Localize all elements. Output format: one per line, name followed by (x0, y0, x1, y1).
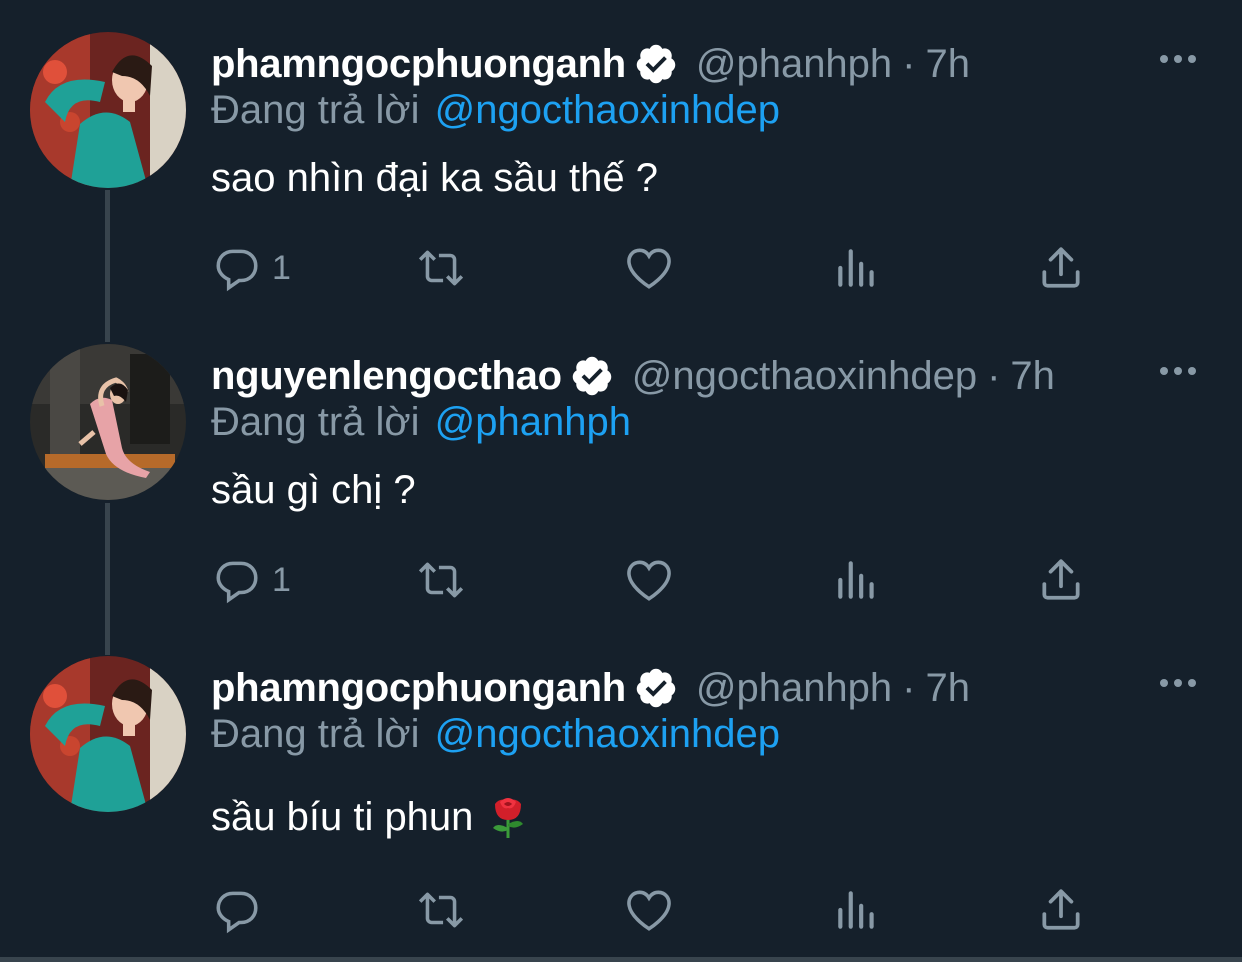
share-icon (1042, 559, 1080, 600)
tweet-header: phamngocphuonganh @phanhph · 7h (211, 36, 970, 92)
display-name[interactable]: phamngocphuonganh (211, 42, 626, 87)
like-button[interactable] (624, 880, 674, 940)
tweet-text-content: sầu gì chị ? (211, 468, 416, 512)
share-button[interactable] (1036, 550, 1086, 610)
share-button[interactable] (1036, 238, 1086, 298)
avatar[interactable] (30, 32, 186, 188)
analytics-icon (838, 249, 874, 287)
retweet-button[interactable] (416, 550, 466, 610)
reply-button[interactable] (212, 880, 272, 940)
reply-mention-link[interactable]: @ngocthaoxinhdep (435, 88, 780, 132)
user-handle[interactable]: @phanhph (696, 42, 892, 87)
replying-to-label: Đang trả lời (211, 400, 420, 444)
reply-count: 1 (272, 248, 291, 287)
reply-button[interactable]: 1 (212, 238, 291, 298)
tweet-thread: phamngocphuonganh @phanhph · 7h Đang trả… (0, 0, 1242, 962)
replying-to-label: Đang trả lời (211, 712, 420, 756)
reply-mention-link[interactable]: @phanhph (435, 400, 631, 444)
more-icon[interactable] (1158, 356, 1198, 386)
analytics-button[interactable] (832, 238, 882, 298)
retweet-icon (418, 892, 464, 928)
reply-icon (216, 249, 258, 292)
tweet-header: phamngocphuonganh @phanhph · 7h (211, 660, 970, 716)
analytics-icon (838, 561, 874, 599)
display-name[interactable]: nguyenlengocthao (211, 354, 562, 399)
separator-dot: · (902, 41, 916, 86)
tweet[interactable]: phamngocphuonganh @phanhph · 7h Đang trả… (0, 624, 1242, 957)
analytics-button[interactable] (832, 880, 882, 940)
tweet-actions: 1 (0, 550, 1242, 610)
retweet-icon (418, 250, 464, 286)
retweet-button[interactable] (416, 238, 466, 298)
like-button[interactable] (624, 550, 674, 610)
tweet[interactable]: nguyenlengocthao @ngocthaoxinhdep · 7h Đ… (0, 312, 1242, 632)
like-icon (627, 890, 671, 931)
display-name[interactable]: phamngocphuonganh (211, 666, 626, 711)
separator-dot: · (902, 665, 916, 710)
share-button[interactable] (1036, 880, 1086, 940)
analytics-button[interactable] (832, 550, 882, 610)
replying-to-label: Đang trả lời (211, 88, 420, 132)
replying-to-line: Đang trả lời @ngocthaoxinhdep (211, 712, 780, 757)
share-icon (1042, 889, 1080, 930)
divider (0, 957, 1242, 962)
avatar[interactable] (30, 344, 186, 500)
timestamp[interactable]: 7h (926, 42, 971, 87)
timestamp[interactable]: 7h (1010, 354, 1055, 399)
tweet-text: sầu gì chị ? (211, 468, 416, 513)
reply-icon (216, 561, 258, 604)
share-icon (1042, 247, 1080, 288)
tweet[interactable]: phamngocphuonganh @phanhph · 7h Đang trả… (0, 0, 1242, 320)
timestamp[interactable]: 7h (926, 666, 971, 711)
like-icon (627, 560, 671, 601)
like-button[interactable] (624, 238, 674, 298)
separator-dot: · (987, 353, 1001, 398)
tweet-text: sao nhìn đại ka sầu thế ? (211, 156, 658, 201)
verified-badge-icon (636, 668, 676, 708)
verified-badge-icon (572, 356, 612, 396)
more-icon[interactable] (1158, 44, 1198, 74)
retweet-button[interactable] (416, 880, 466, 940)
tweet-actions: 1 (0, 238, 1242, 298)
avatar[interactable] (30, 656, 186, 812)
user-handle[interactable]: @phanhph (696, 666, 892, 711)
like-icon (627, 248, 671, 289)
more-icon[interactable] (1158, 668, 1198, 698)
verified-badge-icon (636, 44, 676, 84)
reply-icon (216, 891, 258, 934)
rose-emoji (493, 798, 524, 838)
tweet-header: nguyenlengocthao @ngocthaoxinhdep · 7h (211, 348, 1055, 404)
analytics-icon (838, 891, 874, 929)
tweet-text-content: sầu bíu ti phun (211, 794, 474, 839)
retweet-icon (418, 562, 464, 598)
tweet-text-content: sao nhìn đại ka sầu thế ? (211, 156, 658, 200)
tweet-actions (0, 880, 1242, 940)
user-handle[interactable]: @ngocthaoxinhdep (632, 354, 977, 399)
tweet-text: sầu bíu ti phun (211, 794, 529, 840)
reply-mention-link[interactable]: @ngocthaoxinhdep (435, 712, 780, 756)
reply-count: 1 (272, 560, 291, 599)
reply-button[interactable]: 1 (212, 550, 291, 610)
replying-to-line: Đang trả lời @ngocthaoxinhdep (211, 88, 780, 133)
replying-to-line: Đang trả lời @phanhph (211, 400, 631, 445)
